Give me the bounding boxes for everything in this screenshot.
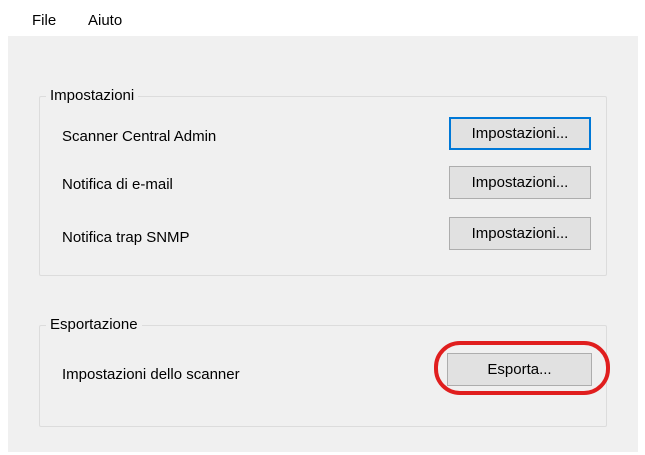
row-label-scanner-central-admin: Scanner Central Admin [62,128,217,145]
snmp-trap-settings-button[interactable]: Impostazioni... [449,217,591,250]
dialog-window: File Aiuto Impostazioni Scanner Central … [8,0,638,452]
settings-group-title: Impostazioni [46,87,139,104]
row-label-email-notification: Notifica di e-mail [62,176,173,193]
menu-aiuto[interactable]: Aiuto [88,12,122,29]
row-label-scanner-settings: Impostazioni dello scanner [62,366,240,383]
export-button[interactable]: Esporta... [447,353,592,386]
email-notification-settings-button[interactable]: Impostazioni... [449,166,591,199]
scanner-central-admin-settings-button[interactable]: Impostazioni... [449,117,591,150]
row-label-snmp-trap-notification: Notifica trap SNMP [62,229,190,246]
menu-file[interactable]: File [32,12,56,29]
export-group-title: Esportazione [46,316,142,333]
menu-bar: File Aiuto [8,0,638,36]
